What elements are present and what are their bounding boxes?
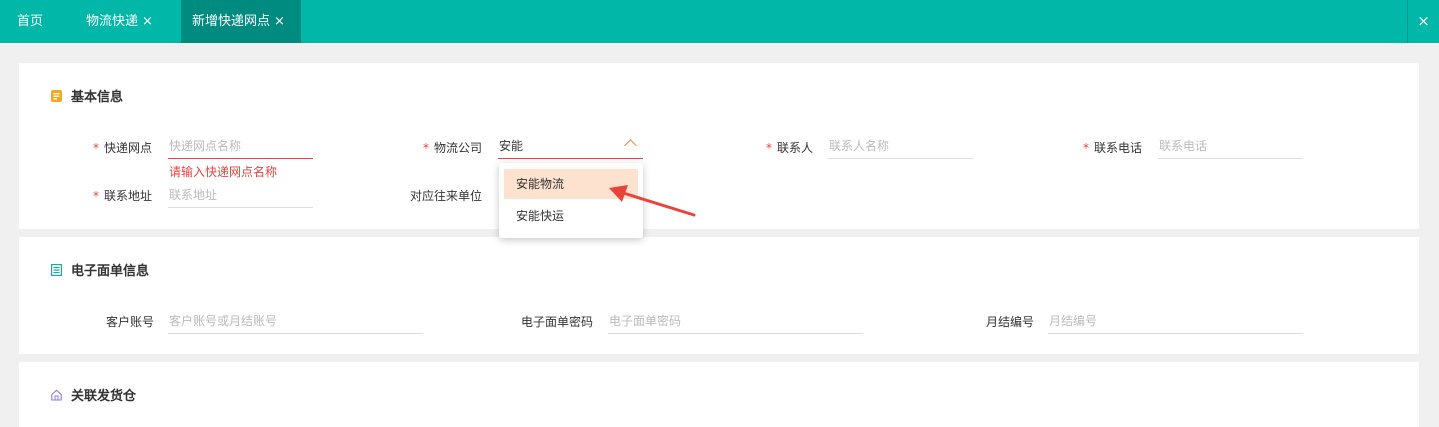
tab-logistics-label: 物流快递 [86, 14, 139, 29]
basic-info-title-text: 基本信息 [71, 90, 124, 105]
outlet-name-input[interactable] [168, 133, 313, 159]
company-select-input[interactable] [498, 133, 643, 159]
close-all-icon[interactable]: × [1407, 0, 1439, 43]
close-icon[interactable]: × [274, 14, 285, 29]
outlet-error-message: 请输入快递网点名称 [169, 165, 278, 179]
phone-input[interactable] [1158, 133, 1303, 159]
tab-home[interactable]: 首页 [17, 0, 43, 43]
monthly-number-input[interactable] [1048, 308, 1303, 334]
phone-label: * 联系电话 [1083, 141, 1143, 155]
address-label: * 联系地址 [93, 189, 153, 203]
monthly-number-label: 月结编号 [986, 315, 1035, 329]
waybill-info-title: 电子面单信息 [51, 260, 149, 279]
outlet-label: * 快递网点 [93, 141, 153, 155]
tab-home-label: 首页 [17, 14, 44, 29]
account-label: 客户账号 [106, 315, 155, 329]
close-icon[interactable]: × [142, 14, 153, 29]
waybill-password-label: 电子面单密码 [521, 315, 594, 329]
basic-info-card: 基本信息 *快递网点 请输入快递网点名称 *物流公司 *联系人 *联系电话 *联… [19, 63, 1419, 229]
list-icon [51, 264, 62, 276]
address-input[interactable] [168, 182, 313, 208]
annotation-arrow [609, 185, 696, 217]
warehouse-title-text: 关联发货仓 [71, 389, 137, 404]
tab-new-outlet-label: 新增快递网点 [192, 14, 271, 29]
basic-info-title: 基本信息 [51, 86, 123, 105]
tab-new-outlet[interactable]: 新增快递网点 × [181, 0, 301, 43]
warehouse-title: 关联发货仓 [51, 385, 136, 404]
waybill-info-title-text: 电子面单信息 [71, 264, 150, 279]
home-icon [51, 389, 62, 401]
document-icon [51, 90, 62, 102]
top-tab-bar: 首页 物流快递 × 新增快递网点 × × [0, 0, 1439, 43]
contact-label: * 联系人 [766, 141, 814, 155]
contact-input[interactable] [828, 133, 973, 159]
partner-label: 对应往来单位 [410, 189, 483, 203]
warehouse-card: 关联发货仓 [19, 362, 1419, 427]
tab-logistics[interactable]: 物流快递 × [86, 0, 153, 43]
company-label: * 物流公司 [423, 141, 483, 155]
waybill-info-card: 电子面单信息 客户账号 电子面单密码 月结编号 [19, 237, 1419, 354]
waybill-password-input[interactable] [608, 308, 863, 334]
account-input[interactable] [168, 308, 423, 334]
